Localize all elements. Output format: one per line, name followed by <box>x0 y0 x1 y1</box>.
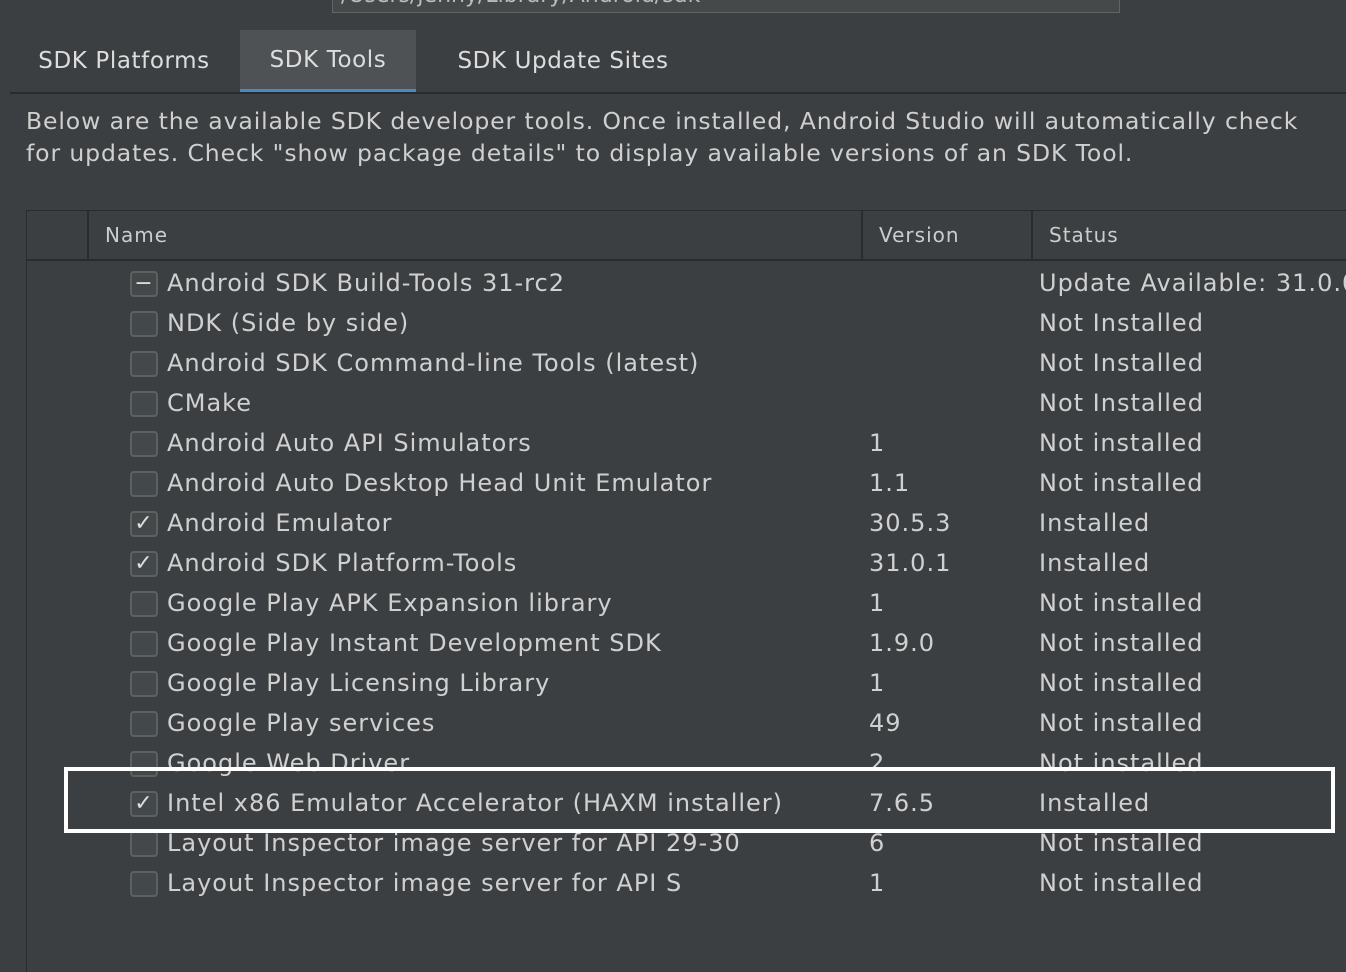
table-row[interactable]: Layout Inspector image server for API 29… <box>27 823 1346 863</box>
row-status: Not installed <box>1039 629 1204 657</box>
row-status: Not Installed <box>1039 309 1204 337</box>
row-version: 49 <box>869 709 902 737</box>
row-version: 31.0.1 <box>869 549 952 577</box>
row-status: Not installed <box>1039 589 1204 617</box>
row-checkbox[interactable] <box>130 311 158 337</box>
sdk-tools-table: Name Version Status − Android SDK Build-T… <box>26 210 1346 972</box>
table-row[interactable]: Google Play Instant Development SDK 1.9.0… <box>27 623 1346 663</box>
row-name: Google Web Driver <box>167 749 411 777</box>
table-row[interactable]: ✓ Android Emulator 30.5.3 Installed <box>27 503 1346 543</box>
description-text: Below are the available SDK developer to… <box>26 107 1299 167</box>
header-name[interactable]: Name <box>87 211 861 259</box>
row-status: Not installed <box>1039 709 1204 737</box>
row-checkbox[interactable]: ✓ <box>130 511 158 537</box>
row-version: 1 <box>869 589 886 617</box>
row-name: Android Auto API Simulators <box>167 429 532 457</box>
row-version: 7.6.5 <box>869 789 936 817</box>
table-row[interactable]: Google Play APK Expansion library 1 Not in… <box>27 583 1346 623</box>
table-row[interactable]: Google Play services 49 Not installed <box>27 703 1346 743</box>
row-name: CMake <box>167 389 252 417</box>
row-name: Android Auto Desktop Head Unit Emulator <box>167 469 713 497</box>
row-status: Not installed <box>1039 869 1204 897</box>
row-checkbox[interactable] <box>130 631 158 657</box>
row-version: 6 <box>869 829 886 857</box>
header-status[interactable]: Status <box>1031 211 1346 259</box>
header-version[interactable]: Version <box>861 211 1031 259</box>
sdk-location-field[interactable]: /Users/jenny/Library/Android/sdk <box>332 0 1120 13</box>
row-checkbox[interactable] <box>130 391 158 417</box>
row-version: 1.9.0 <box>869 629 936 657</box>
row-status: Not installed <box>1039 429 1204 457</box>
table-row[interactable]: ✓ Android SDK Platform-Tools 31.0.1 Install… <box>27 543 1346 583</box>
row-checkbox[interactable] <box>130 751 158 777</box>
tab-sdk-tools[interactable]: SDK Tools <box>240 30 416 92</box>
row-checkbox[interactable] <box>130 471 158 497</box>
row-status: Not installed <box>1039 829 1204 857</box>
table-row[interactable]: NDK (Side by side) Not Installed <box>27 303 1346 343</box>
table-row[interactable]: − Android SDK Build-Tools 31-rc2 Update Av… <box>27 263 1346 303</box>
row-name: Intel x86 Emulator Accelerator (HAXM ins… <box>167 789 784 817</box>
row-checkbox[interactable] <box>130 431 158 457</box>
header-expand-column <box>27 211 87 259</box>
table-row[interactable]: CMake Not Installed <box>27 383 1346 423</box>
row-name: Android SDK Build-Tools 31-rc2 <box>167 269 565 297</box>
row-name: Google Play Licensing Library <box>167 669 551 697</box>
row-version: 1.1 <box>869 469 911 497</box>
row-status: Not Installed <box>1039 349 1204 377</box>
row-name: Layout Inspector image server for API 29… <box>167 829 741 857</box>
table-row[interactable]: ✓ Intel x86 Emulator Accelerator (HAXM in… <box>27 783 1346 823</box>
row-name: NDK (Side by side) <box>167 309 410 337</box>
table-row[interactable]: Layout Inspector image server for API S 1… <box>27 863 1346 903</box>
row-status: Not Installed <box>1039 389 1204 417</box>
table-row[interactable]: Google Web Driver 2 Not installed <box>27 743 1346 783</box>
table-body: − Android SDK Build-Tools 31-rc2 Update Av… <box>27 263 1346 903</box>
row-name: Layout Inspector image server for API S <box>167 869 683 897</box>
row-status: Not installed <box>1039 669 1204 697</box>
row-checkbox[interactable] <box>130 351 158 377</box>
row-status: Update Available: 31.0.0 <box>1039 269 1346 297</box>
table-header: Name Version Status <box>27 211 1346 261</box>
row-checkbox[interactable] <box>130 711 158 737</box>
sdk-manager-panel: /Users/jenny/Library/Android/sdk SDK Pla… <box>0 0 1346 972</box>
row-checkbox[interactable]: ✓ <box>130 551 158 577</box>
row-checkbox[interactable] <box>130 871 158 897</box>
row-version: 1 <box>869 429 886 457</box>
row-checkbox[interactable]: ✓ <box>130 791 158 817</box>
tab-sdk-update-sites[interactable]: SDK Update Sites <box>418 30 708 92</box>
row-name: Google Play Instant Development SDK <box>167 629 662 657</box>
row-status: Not installed <box>1039 469 1204 497</box>
row-name: Google Play services <box>167 709 436 737</box>
row-checkbox[interactable] <box>130 671 158 697</box>
edit-link[interactable] <box>1244 0 1274 2</box>
row-version: 30.5.3 <box>869 509 952 537</box>
tab-sdk-platforms[interactable]: SDK Platforms <box>10 30 238 92</box>
table-row[interactable]: Android SDK Command-line Tools (latest) N… <box>27 343 1346 383</box>
table-row[interactable]: Android Auto Desktop Head Unit Emulator 1… <box>27 463 1346 503</box>
row-checkbox[interactable] <box>130 591 158 617</box>
row-status: Installed <box>1039 509 1151 537</box>
row-name: Google Play APK Expansion library <box>167 589 613 617</box>
row-name: Android SDK Command-line Tools (latest) <box>167 349 700 377</box>
tab-bar: SDK Platforms SDK Tools SDK Update Sites <box>10 30 1346 94</box>
row-checkbox[interactable] <box>130 831 158 857</box>
table-row[interactable]: Android Auto API Simulators 1 Not installe… <box>27 423 1346 463</box>
row-status: Installed <box>1039 549 1151 577</box>
row-status: Installed <box>1039 789 1151 817</box>
row-version: 1 <box>869 869 886 897</box>
row-status: Not installed <box>1039 749 1204 777</box>
row-version: 2 <box>869 749 886 777</box>
row-checkbox[interactable]: − <box>130 271 158 297</box>
table-row[interactable]: Google Play Licensing Library 1 Not instal… <box>27 663 1346 703</box>
row-name: Android Emulator <box>167 509 393 537</box>
row-version: 1 <box>869 669 886 697</box>
row-name: Android SDK Platform-Tools <box>167 549 518 577</box>
